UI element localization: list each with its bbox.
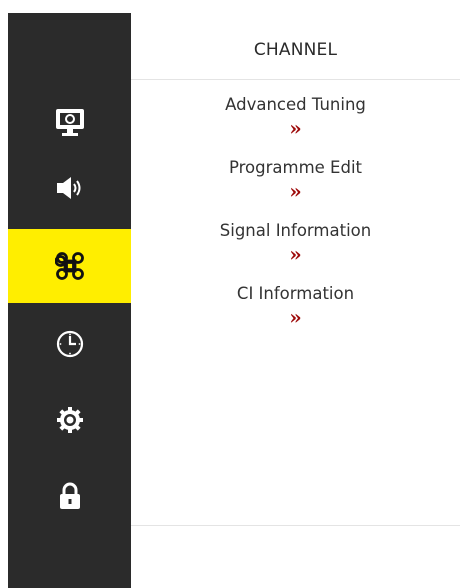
menu-item-label: Programme Edit [228, 158, 363, 177]
clock-icon [56, 330, 83, 358]
chevron-right-icon: » [289, 179, 302, 203]
menu-item-programme-edit[interactable]: Programme Edit » [131, 158, 460, 221]
menu-item-advanced-tuning[interactable]: Advanced Tuning » [131, 95, 460, 158]
page-title: CHANNEL [253, 40, 338, 60]
lock-icon [59, 482, 80, 509]
sidebar-item-picture[interactable] [8, 85, 131, 159]
speaker-icon [56, 177, 80, 199]
gear-icon [56, 407, 83, 433]
sidebar-item-lock[interactable] [8, 459, 131, 533]
menu-item-label: Signal Information [219, 221, 372, 240]
chevron-right-icon: » [289, 242, 302, 266]
sidebar-item-settings[interactable] [8, 383, 131, 457]
menu-item-label: CI Information [236, 284, 355, 303]
menu-list: Advanced Tuning » Programme Edit » Signa… [131, 95, 460, 347]
sidebar [8, 13, 131, 588]
chevron-right-icon: » [289, 116, 302, 140]
sidebar-item-sound[interactable] [8, 151, 131, 225]
monitor-icon [55, 109, 84, 136]
footer-divider [131, 525, 460, 526]
header-divider [131, 79, 460, 80]
menu-item-ci-information[interactable]: CI Information » [131, 284, 460, 347]
menu-item-label: Advanced Tuning [225, 95, 366, 114]
sidebar-item-channel[interactable] [8, 229, 131, 303]
main-panel: CHANNEL Advanced Tuning » Programme Edit… [131, 13, 460, 588]
menu-item-signal-information[interactable]: Signal Information » [131, 221, 460, 284]
command-icon [54, 252, 84, 280]
sidebar-item-timer[interactable] [8, 307, 131, 381]
chevron-right-icon: » [289, 305, 302, 329]
